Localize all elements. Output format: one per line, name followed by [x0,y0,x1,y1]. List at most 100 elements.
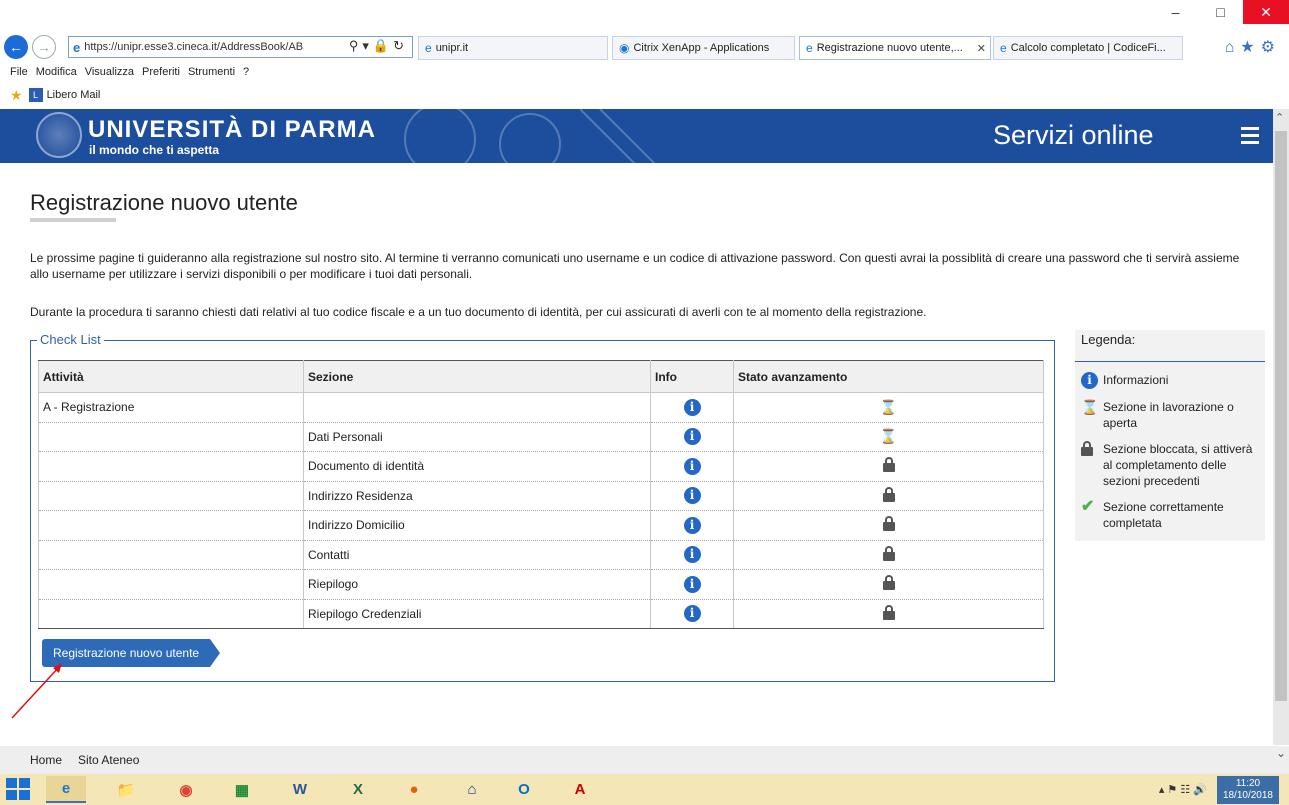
clock-date: 18/10/2018 [1222,789,1273,801]
menu-modifica[interactable]: Modifica [36,66,77,78]
info-icon[interactable]: i [683,398,701,416]
address-url: https://unipr.esse3.cineca.it/AddressBoo… [84,41,305,53]
legend-done-label: Sezione correttamente completata [1103,500,1224,530]
tab-calcolo[interactable]: e Calcolo completato | CodiceFi... [993,36,1183,60]
info-icon[interactable]: i [683,575,701,593]
row-activity [38,540,304,570]
menu-bar: File Modifica Visualizza Preferiti Strum… [0,62,1289,82]
tray-icons[interactable]: ▴ ⚑ ☷ 🔊 [1159,783,1207,796]
system-tray: ▴ ⚑ ☷ 🔊 11:20 18/10/2018 [1159,775,1279,804]
tab-unipr[interactable]: e unipr.it [418,36,608,60]
address-bar[interactable]: e https://unipr.esse3.cineca.it/AddressB… [68,36,413,58]
info-icon[interactable]: i [683,457,701,475]
intro-text: Le prossime pagine ti guideranno alla re… [30,251,1240,281]
checklist-fieldset: Check List Attività Sezione Info Stato a… [30,332,1055,682]
site-subtitle: il mondo che ti aspetta [89,143,220,157]
address-tools-icons[interactable]: ⚲▾🔒↻ [349,38,408,54]
info-icon: i [1081,372,1098,389]
internet-explorer-icon[interactable]: e [46,776,86,803]
lock-icon [882,604,895,620]
favorites-star-icon[interactable]: ★ [10,87,23,104]
legend-item-info: i Informazioni [1075,372,1265,389]
table-row: Dati Personali i ⌛ [38,422,1044,452]
row-section: Riepilogo Credenziali [303,599,651,629]
hourglass-icon: ⌛ [879,428,898,445]
university-seal-logo[interactable] [36,112,82,158]
checklist-legend: Check List [37,332,104,347]
close-icon[interactable]: ✕ [1243,0,1289,24]
hamburger-menu-icon[interactable] [1241,127,1259,148]
site-title[interactable]: UNIVERSITÀ DI PARMA [88,116,376,144]
legend-item-locked: Sezione bloccata, si attiverà al complet… [1075,441,1265,489]
windows-taskbar: e 📁 ◉ ▦ W X ● ⌂ O A ▴ ⚑ ☷ 🔊 11:20 18/10/… [0,774,1289,805]
back-arrow-icon[interactable]: ← [4,35,28,59]
scroll-thumb[interactable] [1275,131,1287,701]
outlook-icon[interactable]: O [504,776,544,803]
chrome-icon[interactable]: ◉ [166,776,206,803]
row-activity: A - Registrazione [38,392,304,423]
scroll-down-icon[interactable]: ⌄ [1273,746,1289,774]
legend-open-label: Sezione in lavorazione o aperta [1103,400,1234,430]
menu-preferiti[interactable]: Preferiti [142,66,180,78]
header-info: Info [650,360,734,393]
header-decoration [404,109,656,163]
lock-icon [882,457,895,473]
file-explorer-icon[interactable]: 📁 [106,776,146,803]
legend-item-open: ⌛ Sezione in lavorazione o aperta [1075,399,1265,431]
tray-clock[interactable]: 11:20 18/10/2018 [1216,775,1279,804]
maximize-icon[interactable]: □ [1198,0,1243,24]
menu-strumenti[interactable]: Strumenti [188,66,235,78]
minimize-icon[interactable]: – [1153,0,1198,24]
firefox-icon[interactable]: ● [394,776,434,803]
tab-label: unipr.it [435,42,469,54]
home-star-gear-icons[interactable]: ⌂★⚙ [1225,37,1281,57]
table-row: A - Registrazione i ⌛ [38,392,1044,423]
menu-visualizza[interactable]: Visualizza [85,66,134,78]
site-header: UNIVERSITÀ DI PARMA il mondo che ti aspe… [0,109,1273,163]
lock-icon [1081,441,1093,456]
lock-icon [882,575,895,591]
row-section: Dati Personali [303,422,651,452]
excel-icon[interactable]: X [338,776,378,803]
acrobat-icon[interactable]: A [560,776,600,803]
checklist-table: Attività Sezione Info Stato avanzamento … [38,360,1044,629]
info-icon[interactable]: i [683,428,701,446]
hourglass-icon: ⌛ [879,398,898,415]
footer-home-link[interactable]: Home [30,753,62,767]
row-activity [38,569,304,600]
row-section: Contatti [303,540,651,570]
tab-citrix[interactable]: ◉ Citrix XenApp - Applications [612,36,795,60]
ie-tab-icon: e [806,41,813,55]
navigation-bar: ← → e https://unipr.esse3.cineca.it/Addr… [0,33,1289,61]
forward-arrow-icon[interactable]: → [32,35,56,59]
info-icon[interactable]: i [683,487,701,505]
header-section: Sezione [303,360,651,393]
row-activity [38,451,304,482]
info-icon[interactable]: i [683,516,701,534]
info-icon[interactable]: i [683,546,701,564]
windows-start-icon[interactable] [6,778,30,800]
services-label: Servizi online [993,120,1154,150]
table-header-row: Attività Sezione Info Stato avanzamento [38,360,1044,393]
info-icon[interactable]: i [683,605,701,623]
table-row: Indirizzo Domicilio i [38,510,1044,541]
legend-item-done: ✔ Sezione correttamente completata [1075,499,1265,531]
word-icon[interactable]: W [280,776,320,803]
tab-close-icon[interactable]: ✕ [977,42,986,55]
page-scrollbar[interactable]: ⌃ [1273,109,1289,745]
library-app-icon[interactable]: ⌂ [452,776,492,803]
favorites-bar: ★ L Libero Mail [0,82,1289,108]
red-annotation-arrow [11,663,62,719]
lock-icon [882,545,895,561]
intro-text-documents: Durante la procedura ti saranno chiesti … [30,305,927,319]
favorite-libero-mail[interactable]: Libero Mail [47,89,101,101]
table-row: Contatti i [38,540,1044,570]
ie-tab-icon: e [425,41,432,55]
calculator-icon[interactable]: ▦ [222,776,262,803]
menu-help[interactable]: ? [243,66,249,78]
menu-file[interactable]: File [10,66,28,78]
footer-ateneo-link[interactable]: Sito Ateneo [78,753,139,767]
lock-icon [882,516,895,532]
scroll-up-icon[interactable]: ⌃ [1275,111,1284,124]
tab-registrazione[interactable]: e Registrazione nuovo utente,... ✕ [799,36,991,60]
